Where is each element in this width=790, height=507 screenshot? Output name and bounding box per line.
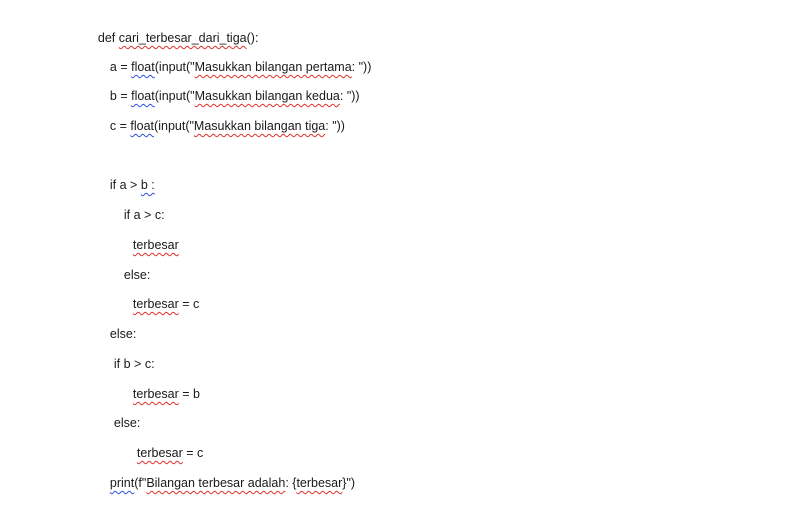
line-part: : ")): [339, 89, 360, 103]
spellcheck-word: terbesar: [132, 297, 179, 311]
spellcheck-phrase: Bilangan terbesar adalah: [146, 476, 286, 490]
line-part: c =: [109, 119, 131, 133]
line-part: else:: [113, 416, 141, 430]
grammar-word: float: [131, 89, 155, 103]
line-part: }"): [342, 476, 356, 490]
grammar-word: print: [109, 476, 135, 490]
line-part: (f": [134, 476, 147, 490]
line-part: (input(": [154, 89, 195, 103]
line-part: b =: [109, 89, 132, 103]
line-part: if b > c:: [113, 357, 155, 371]
spellcheck-word: terbesar: [136, 446, 183, 460]
line-part: if a >: [109, 178, 141, 192]
grammar-word: float: [130, 119, 155, 133]
code-line-input-c: c = float(input("Masukkan bilangan tiga:…: [96, 102, 345, 150]
line-part: = c: [178, 297, 200, 311]
line-part: = b: [178, 387, 200, 401]
line-part: (input(": [154, 119, 194, 133]
line-part: if a > c:: [123, 208, 165, 222]
line-part: else:: [109, 327, 137, 341]
line-part: : ")): [325, 119, 345, 133]
code-line-print: print(f"Bilangan terbesar adalah: {terbe…: [96, 459, 355, 507]
spellcheck-phrase: Masukkan bilangan kedua: [194, 89, 340, 103]
spellcheck-word: terbesar: [132, 238, 179, 252]
line-part: : {: [285, 476, 297, 490]
line-part: = c: [182, 446, 204, 460]
grammar-word: b :: [140, 178, 155, 192]
spellcheck-phrase: Masukkan bilangan tiga: [193, 119, 326, 133]
spellcheck-word: terbesar: [296, 476, 343, 490]
